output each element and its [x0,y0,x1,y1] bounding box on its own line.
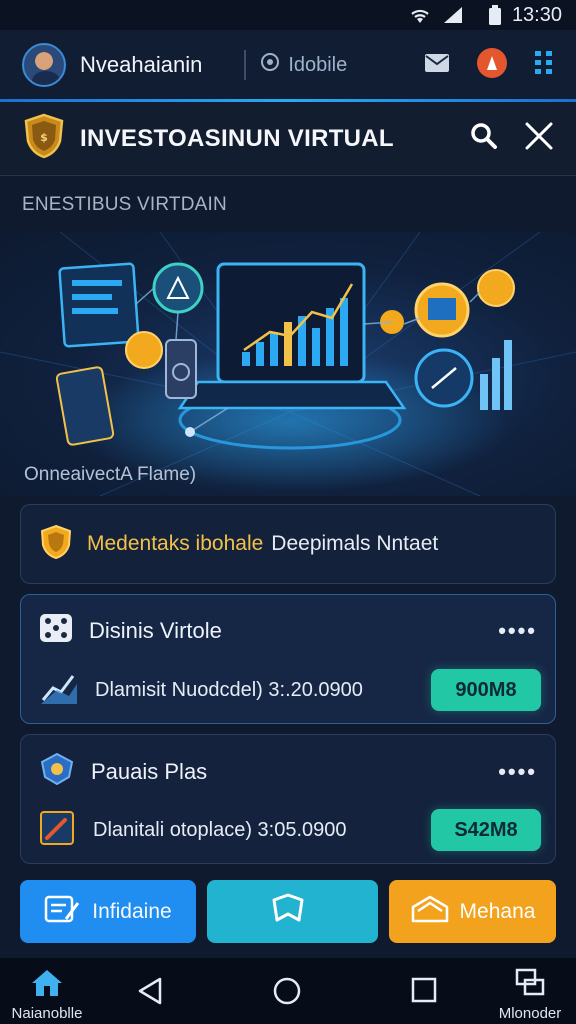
username: Nveahaianin [80,52,203,77]
grid-menu-icon[interactable] [534,50,554,81]
info-button[interactable]: Infidaine [20,880,196,943]
switch-icon [513,968,547,1003]
nav-switch[interactable]: Mlonoder [490,968,570,1022]
page-title: INVESTOASINUN VIRTUAL [80,124,394,152]
mode-label: Idobile [288,53,348,76]
bookmark-icon [269,892,307,932]
manage-button-label: Mehana [459,899,536,923]
nav-home-button[interactable] [272,976,302,1011]
mode-icon [260,52,280,78]
search-icon[interactable] [470,122,498,155]
nav-home-label: Naianoblle [11,1005,83,1022]
wifi-icon [408,6,432,24]
amount-badge[interactable]: S42M8 [431,809,541,851]
battery-icon [488,5,502,25]
envelope-open-icon [410,893,450,931]
signal-icon [442,6,464,24]
nav-switch-label: Mlonoder [498,1005,562,1022]
account-detail: Dlamisit Nuodcdel) 3:.20.0900 [95,678,363,701]
account-card[interactable]: Pauais Plas •••• Dlanitali otoplace) 3:0… [20,734,556,864]
account-card[interactable]: Disinis Virtole •••• Dlamisit Nuodcdel) … [20,594,556,724]
account-detail: Dlanitali otoplace) 3:05.0900 [93,818,347,841]
title-bar: $ INVESTOASINUN VIRTUAL [0,102,576,176]
promo-text: Medentaks ibohale Deepimals Nntaet [87,532,438,556]
more-options-icon[interactable]: •••• [498,618,537,644]
profile-badge-icon[interactable] [476,47,508,84]
account-title: Pauais Plas [91,758,208,784]
home-icon [30,968,64,1003]
navigation-bar: Naianoblle Mlonoder [0,958,576,1024]
avatar[interactable] [22,43,66,87]
hero-graphic [0,232,576,496]
pen-icon [39,810,77,851]
square-recent-icon [410,976,438,1009]
mode-chip[interactable]: Idobile [260,52,347,78]
info-button-label: Infidaine [92,899,172,923]
badge-icon [39,752,75,790]
nav-back[interactable] [136,976,164,1011]
hero-illustration [0,232,576,496]
status-time: 13:30 [511,3,562,26]
close-icon[interactable] [524,121,554,156]
app-header: Nveahaianin Idobile [0,30,576,100]
hand-icon [39,670,79,711]
more-options-icon[interactable]: •••• [498,759,537,785]
amount-badge[interactable]: 900M8 [431,669,541,711]
mail-icon[interactable] [424,52,450,79]
shield-icon [39,524,73,565]
promo-banner[interactable]: Medentaks ibohale Deepimals Nntaet [20,504,556,584]
account-title: Disinis Virtole [89,617,222,643]
nav-home[interactable]: Naianoblle [4,968,90,1022]
back-icon [136,976,164,1011]
manage-button[interactable]: Mehana [389,880,556,943]
header-divider [244,50,247,80]
hero-caption: OnneaivectA Flame) [24,464,197,485]
bookmark-button[interactable] [207,880,378,943]
circle-home-icon [272,976,302,1011]
shield-logo-icon: $ [22,113,66,164]
edit-list-icon [44,893,82,931]
dice-icon [39,613,73,648]
promo-highlight: Medentaks ibohale [87,532,264,555]
section-label: ENESTIBUS VIRTDAIN [22,194,227,215]
status-bar: 13:30 [0,0,576,30]
svg-text:$: $ [40,131,48,144]
nav-recents[interactable] [410,976,438,1009]
promo-subtext: Deepimals Nntaet [271,532,439,555]
